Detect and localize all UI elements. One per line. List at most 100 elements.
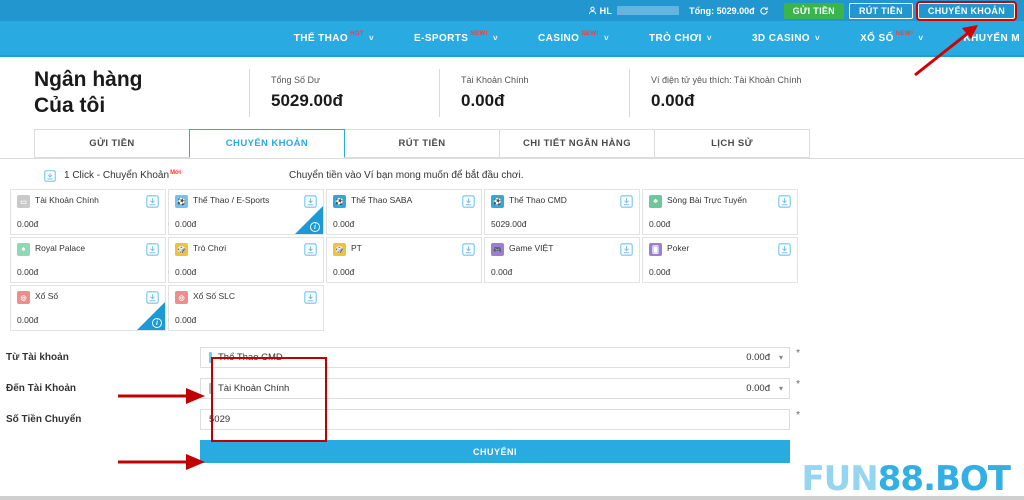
stat-value: 0.00đ — [651, 91, 819, 111]
top-utility-bar: HL Tổng: 5029.00đ GỬI TIỀN RÚT TIỀN CHUY… — [0, 0, 1024, 21]
form-row-from: Từ Tài khoản Thể Thao CMD 0.00đ ▾ * — [0, 343, 1024, 371]
one-click-hint: Chuyển tiền vào Ví bạn mong muốn để bắt … — [289, 170, 524, 181]
nav-item-tro-choi[interactable]: TRÒ CHƠI ˅ — [649, 33, 712, 44]
wallet-icon: ◎ — [175, 291, 188, 304]
wallet-icon: ♣ — [649, 195, 662, 208]
wallet-transfer-icon[interactable] — [146, 243, 159, 256]
chevron-down-icon: ▾ — [779, 384, 783, 393]
wallet-card[interactable]: 🂠Poker0.00đ — [642, 237, 798, 283]
chevron-down-icon: ˅ — [604, 34, 609, 43]
page-title: Ngân hàng Của tôi — [34, 67, 249, 118]
stat-main-account: Tài Khoản Chính 0.00đ — [439, 75, 629, 111]
to-account-select[interactable]: Tài Khoản Chính 0.00đ ▾ — [200, 378, 790, 399]
form-row-to: Đến Tài Khoản Tài Khoản Chính 0.00đ ▾ * — [0, 374, 1024, 402]
user-account-block[interactable]: HL — [588, 6, 679, 16]
deposit-button[interactable]: GỬI TIỀN — [784, 3, 844, 19]
wallet-card[interactable]: 🎲Trò Chơi0.00đ — [168, 237, 324, 283]
nav-badge-new: NEW! — [581, 31, 599, 37]
nav-badge-hot: HOT — [350, 31, 364, 37]
wallet-card[interactable]: 🎮Game VIỆT0.00đ — [484, 237, 640, 283]
wallet-card[interactable]: ♠ Royal Palace 0.00đ — [10, 237, 166, 283]
chevron-down-icon: ˅ — [918, 34, 923, 43]
one-click-label[interactable]: 1 Click - Chuyển KhoảnMới — [64, 170, 181, 181]
nav-label: KHUYẾN M — [963, 33, 1020, 44]
page-title-line1: Ngân hàng — [34, 67, 249, 93]
tab-chuyen-khoan[interactable]: CHUYỂN KHOẢN — [189, 129, 345, 158]
wallet-transfer-icon[interactable] — [304, 291, 317, 304]
tab-chi-tiet-ngan-hang[interactable]: CHI TIẾT NGÂN HÀNG — [499, 129, 655, 158]
bottom-scrollbar[interactable] — [0, 496, 1024, 500]
wallet-balance: 0.00đ — [333, 219, 354, 229]
wallet-name: Royal Palace — [35, 243, 141, 254]
nav-label: 3D CASINO — [752, 33, 810, 44]
wallet-balance: 0.00đ — [17, 267, 38, 277]
wallet-icon: ♠ — [17, 243, 30, 256]
wallet-card[interactable]: ⚽Thể Thao SABA0.00đ — [326, 189, 482, 235]
wallet-icon: 🎲 — [175, 243, 188, 256]
balance-text: Tổng: 5029.00đ — [689, 6, 755, 16]
to-account-color-bar — [209, 383, 212, 394]
tab-rut-tien[interactable]: RÚT TIỀN — [344, 129, 500, 158]
transfer-amount-input[interactable]: 5029 — [200, 409, 790, 430]
watermark: FUN88.BOT — [801, 462, 1010, 496]
wallet-transfer-icon[interactable] — [620, 195, 633, 208]
transfer-form: Từ Tài khoản Thể Thao CMD 0.00đ ▾ * Đến … — [0, 333, 1024, 463]
wallet-transfer-icon[interactable] — [462, 243, 475, 256]
one-click-badge: Mới — [170, 170, 181, 176]
one-click-label-text: 1 Click - Chuyển Khoản — [64, 170, 169, 181]
wallet-transfer-icon[interactable] — [146, 195, 159, 208]
nav-item-xo-so[interactable]: XỔ SỐ NEW! ˅ — [860, 33, 923, 44]
wallet-icon: ⚽ — [333, 195, 346, 208]
wallet-balance: 0.00đ — [17, 219, 38, 229]
wallet-balance: 0.00đ — [333, 267, 354, 277]
info-icon[interactable]: i — [310, 222, 320, 232]
nav-label: XỔ SỐ — [860, 33, 894, 44]
wallet-name: Thể Thao CMD — [509, 195, 615, 206]
from-account-select[interactable]: Thể Thao CMD 0.00đ ▾ — [200, 347, 790, 368]
nav-item-the-thao[interactable]: THỂ THAO HOT ˅ — [294, 33, 374, 44]
nav-label: E-SPORTS — [414, 33, 468, 44]
wallet-name: PT — [351, 243, 457, 254]
wallet-name: Tài Khoản Chính — [35, 195, 141, 206]
from-account-amount: 0.00đ — [746, 352, 770, 363]
chevron-down-icon: ˅ — [493, 34, 498, 43]
tab-lich-su[interactable]: LỊCH SỬ — [654, 129, 810, 158]
watermark-part2: 88.BOT — [878, 459, 1010, 499]
wallet-name: Game VIỆT — [509, 243, 615, 254]
wallet-card[interactable]: ⚽Thể Thao CMD5029.00đ — [484, 189, 640, 235]
wallet-transfer-icon[interactable] — [778, 195, 791, 208]
tab-gui-tien[interactable]: GỬI TIỀN — [34, 129, 190, 158]
wallet-balance: 0.00đ — [175, 315, 196, 325]
balance-block: Tổng: 5029.00đ — [689, 6, 769, 16]
nav-item-esports[interactable]: E-SPORTS NEW! ˅ — [414, 33, 498, 44]
transfer-amount-value: 5029 — [209, 414, 230, 425]
wallet-card[interactable]: ▭Tài Khoản Chính0.00đ — [10, 189, 166, 235]
from-account-color-bar — [209, 352, 212, 363]
wallet-card[interactable]: 🎲PT0.00đ — [326, 237, 482, 283]
nav-item-khuyen-mai[interactable]: KHUYẾN M — [963, 33, 1020, 44]
wallet-grid: ▭Tài Khoản Chính0.00đ⚽Thể Thao / E-Sport… — [0, 189, 800, 333]
submit-transfer-button[interactable]: CHUYỂNI — [200, 440, 790, 463]
wallet-card[interactable]: ⚽Thể Thao / E-Sports0.00đi — [168, 189, 324, 235]
withdraw-button[interactable]: RÚT TIỀN — [849, 3, 913, 19]
wallet-transfer-icon[interactable] — [778, 243, 791, 256]
wallet-transfer-icon[interactable] — [620, 243, 633, 256]
required-mark: * — [796, 410, 800, 421]
wallet-card[interactable]: ◎Xổ Số0.00đi — [10, 285, 166, 331]
wallet-card[interactable]: ◎Xổ Số SLC0.00đ — [168, 285, 324, 331]
wallet-icon: 🎮 — [491, 243, 504, 256]
nav-label: TRÒ CHƠI — [649, 33, 702, 44]
nav-item-casino[interactable]: CASINO NEW! ˅ — [538, 33, 609, 44]
stat-total-balance: Tổng Số Dư 5029.00đ — [249, 75, 439, 111]
wallet-card[interactable]: ♣Sòng Bài Trực Tuyến0.00đ — [642, 189, 798, 235]
to-account-value: Tài Khoản Chính — [218, 383, 289, 394]
wallet-transfer-icon[interactable] — [304, 243, 317, 256]
nav-item-3d-casino[interactable]: 3D CASINO ˅ — [752, 33, 820, 44]
refresh-icon[interactable] — [759, 6, 769, 16]
nav-label: THỂ THAO — [294, 33, 348, 44]
wallet-name: Xổ Số — [35, 291, 141, 302]
wallet-icon: ⚽ — [175, 195, 188, 208]
transfer-button[interactable]: CHUYỂN KHOẢN — [918, 3, 1015, 19]
wallet-transfer-icon[interactable] — [462, 195, 475, 208]
info-icon[interactable]: i — [152, 318, 162, 328]
